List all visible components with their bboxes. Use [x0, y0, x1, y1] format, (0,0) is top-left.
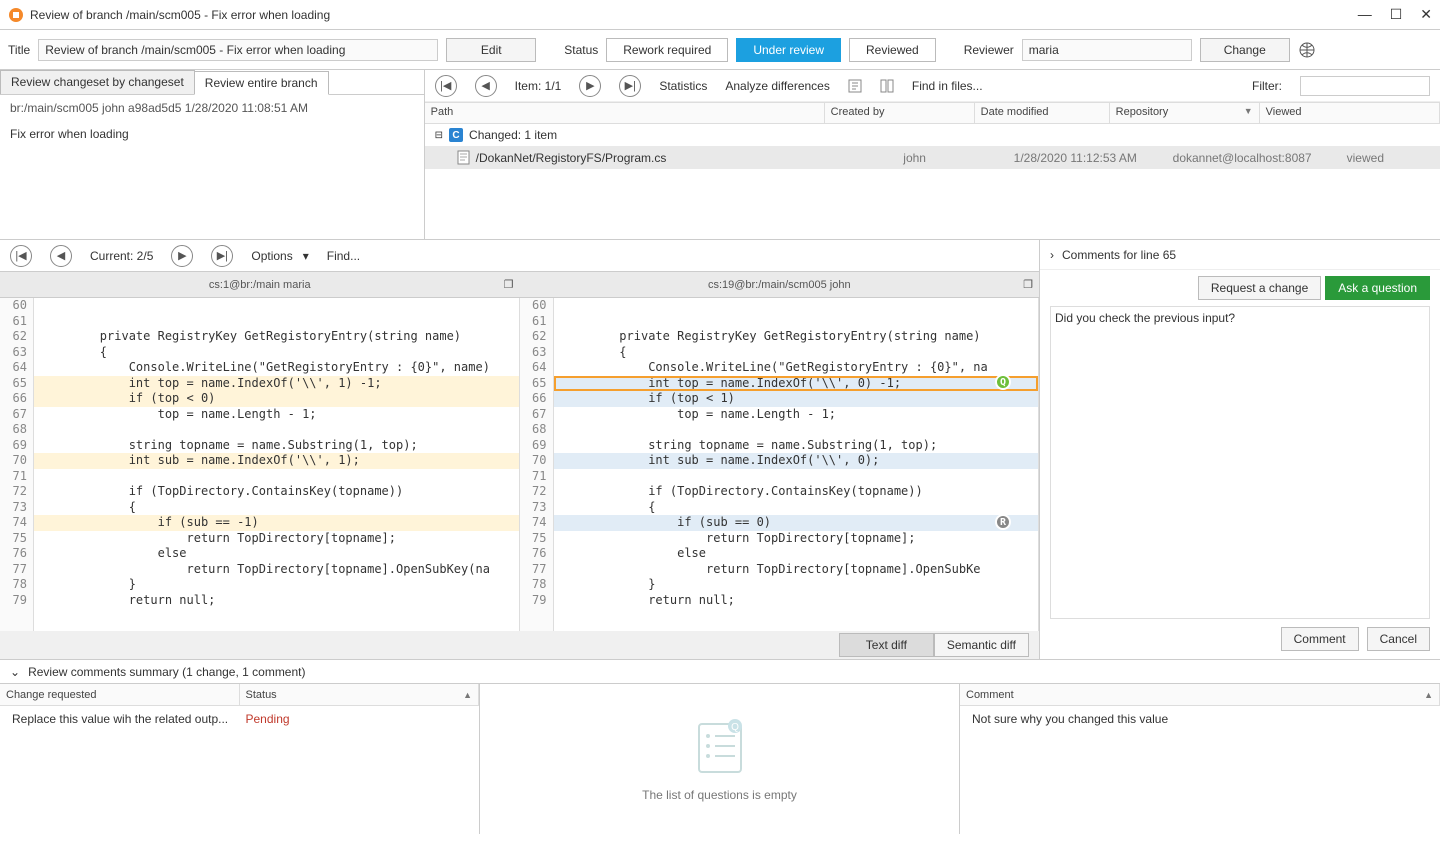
diff-next-icon[interactable]: ▶ [171, 245, 193, 267]
diff-header-left: cs:1@br:/main maria❐ [0, 272, 520, 298]
analyze-icon[interactable] [848, 79, 862, 93]
col-date-modified[interactable]: Date modified [975, 103, 1110, 123]
chevron-right-icon[interactable]: › [1050, 248, 1054, 262]
branch-info: br:/main/scm005 john a98ad5d5 1/28/2020 … [0, 95, 424, 121]
chevron-down-icon[interactable]: ⌄ [10, 665, 20, 679]
collapse-icon[interactable]: ⊟ [435, 130, 443, 141]
status-rework[interactable]: Rework required [606, 38, 728, 62]
tab-by-changeset[interactable]: Review changeset by changeset [0, 70, 195, 94]
changed-badge-icon: C [449, 128, 463, 142]
change-requested-panel: Change requested Status▲ Replace this va… [0, 684, 480, 834]
first-icon[interactable]: |◀ [435, 75, 457, 97]
changed-group-row[interactable]: ⊟ C Changed: 1 item [425, 124, 1440, 146]
semantic-diff-button[interactable]: Semantic diff [934, 633, 1029, 657]
comment-panel: Comment▲ Not sure why you changed this v… [960, 684, 1440, 834]
request-change-button[interactable]: Request a change [1198, 276, 1321, 300]
tab-entire-branch[interactable]: Review entire branch [194, 71, 329, 95]
find-in-files-link[interactable]: Find in files... [912, 79, 983, 93]
text-diff-button[interactable]: Text diff [839, 633, 934, 657]
diff-last-icon[interactable]: ▶| [211, 245, 233, 267]
ask-question-button[interactable]: Ask a question [1325, 276, 1430, 300]
statistics-link[interactable]: Statistics [659, 79, 707, 93]
comment-row[interactable]: Not sure why you changed this value [960, 706, 1440, 732]
cancel-button[interactable]: Cancel [1367, 627, 1430, 651]
maximize-icon[interactable]: ☐ [1390, 6, 1403, 23]
item-counter: Item: 1/1 [515, 79, 562, 93]
globe-icon[interactable] [1298, 41, 1316, 59]
change-request-row[interactable]: Replace this value wih the related outp.… [0, 706, 479, 732]
filter-input[interactable] [1300, 76, 1430, 96]
reviewer-label: Reviewer [964, 43, 1014, 57]
branch-description: Fix error when loading [0, 121, 424, 147]
filter-label: Filter: [1252, 79, 1282, 93]
diff-header-right: cs:19@br:/main/scm005 john❐ [520, 272, 1040, 298]
popout-icon[interactable]: ❐ [1023, 278, 1033, 291]
title-field[interactable]: Review of branch /main/scm005 - Fix erro… [38, 39, 438, 61]
file-icon [457, 150, 470, 165]
options-dropdown[interactable]: Options ▾ [251, 249, 308, 263]
popout-icon[interactable]: ❐ [504, 278, 514, 291]
diff-first-icon[interactable]: |◀ [10, 245, 32, 267]
diff-current: Current: 2/5 [90, 249, 153, 263]
svg-text:Q: Q [731, 722, 739, 733]
summary-label: Review comments summary (1 change, 1 com… [28, 665, 305, 679]
comment-button[interactable]: Comment [1281, 627, 1359, 651]
prev-icon[interactable]: ◀ [475, 75, 497, 97]
col-path[interactable]: Path [425, 103, 825, 123]
app-icon [8, 7, 24, 23]
empty-list-icon: Q [693, 716, 747, 776]
right-pane[interactable]: 6061626364656667686970717273747576777879… [520, 298, 1040, 631]
col-viewed[interactable]: Viewed [1260, 103, 1440, 123]
col-comment[interactable]: Comment▲ [960, 684, 1440, 705]
col-status[interactable]: Status▲ [240, 684, 480, 705]
edit-button[interactable]: Edit [446, 38, 536, 62]
reviewer-field[interactable]: maria [1022, 39, 1192, 61]
status-under-review[interactable]: Under review [736, 38, 841, 62]
sort-up-icon: ▲ [463, 690, 472, 700]
request-badge-icon[interactable]: R [995, 514, 1011, 530]
left-pane[interactable]: 6061626364656667686970717273747576777879… [0, 298, 520, 631]
col-repository[interactable]: Repository▼ [1110, 103, 1260, 123]
minimize-icon[interactable]: — [1358, 6, 1372, 23]
sort-down-icon: ▼ [1244, 106, 1253, 120]
questions-panel: Q The list of questions is empty [480, 684, 960, 834]
status-label: Status [564, 43, 598, 57]
find-link[interactable]: Find... [327, 249, 360, 263]
window-title: Review of branch /main/scm005 - Fix erro… [30, 8, 330, 22]
analyze-link[interactable]: Analyze differences [725, 79, 830, 93]
col-created-by[interactable]: Created by [825, 103, 975, 123]
change-button[interactable]: Change [1200, 38, 1290, 62]
file-row[interactable]: /DokanNet/RegistoryFS/Program.cs john 1/… [425, 146, 1440, 169]
title-label: Title [8, 43, 30, 57]
comment-textarea[interactable]: Did you check the previous input? [1050, 306, 1430, 619]
last-icon[interactable]: ▶| [619, 75, 641, 97]
status-reviewed[interactable]: Reviewed [849, 38, 936, 62]
sort-up-icon: ▲ [1424, 690, 1433, 700]
next-icon[interactable]: ▶ [579, 75, 601, 97]
analyze-icon-2[interactable] [880, 79, 894, 93]
col-change-requested[interactable]: Change requested [0, 684, 240, 705]
comments-header: Comments for line 65 [1062, 248, 1176, 262]
diff-prev-icon[interactable]: ◀ [50, 245, 72, 267]
close-icon[interactable]: ✕ [1420, 6, 1432, 23]
question-badge-icon[interactable]: Q [995, 374, 1011, 390]
